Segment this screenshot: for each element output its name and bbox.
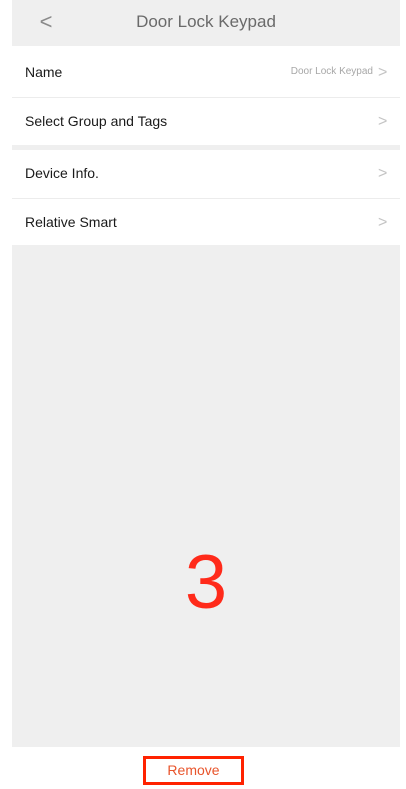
row-label: Select Group and Tags — [25, 113, 168, 129]
settings-row-relative-smart[interactable]: Relative Smart > — [12, 199, 400, 247]
top-nav-bar: < Door Lock Keypad — [12, 0, 400, 46]
settings-row-group-tags[interactable]: Select Group and Tags > — [12, 98, 400, 146]
page-title: Door Lock Keypad — [136, 12, 276, 31]
row-label: Relative Smart — [25, 214, 117, 230]
row-label: Device Info. — [25, 165, 99, 181]
chevron-right-icon: > — [378, 64, 388, 81]
settings-row-name[interactable]: Name Door Lock Keypad > — [12, 49, 400, 98]
settings-row-device-info[interactable]: Device Info. > — [12, 150, 400, 199]
row-label: Name — [25, 64, 63, 80]
step-number-annotation: 3 — [184, 540, 228, 625]
row-value: Door Lock Keypad — [290, 66, 373, 77]
chevron-right-icon: > — [378, 113, 388, 130]
chevron-right-icon: > — [378, 165, 388, 182]
remove-device-button[interactable]: Remove — [143, 756, 244, 785]
empty-content-area — [12, 245, 400, 747]
settings-section-basic: Name Door Lock Keypad > Select Group and… — [12, 49, 400, 146]
back-chevron-icon[interactable]: < — [34, 9, 58, 35]
device-settings-screen: < Door Lock Keypad Name Door Lock Keypad… — [12, 0, 400, 789]
chevron-right-icon: > — [378, 214, 388, 231]
settings-section-info: Device Info. > Relative Smart > — [12, 150, 400, 247]
